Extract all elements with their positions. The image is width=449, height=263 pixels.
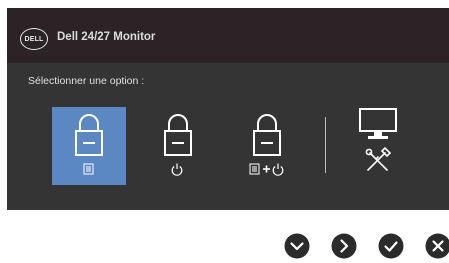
dell-logo: DELL <box>20 28 48 50</box>
option-menu-lock[interactable] <box>52 107 126 185</box>
nav-close-button[interactable] <box>424 232 449 260</box>
padlock-menu-icon <box>75 114 103 175</box>
monitor-tools-icon <box>359 108 397 171</box>
nav-down-button[interactable] <box>283 232 311 260</box>
checkmark-icon <box>378 233 404 259</box>
close-icon <box>425 233 449 259</box>
option-menu-and-power-lock[interactable] <box>230 107 304 185</box>
chevron-up-icon <box>331 233 357 259</box>
padlock-menu-power-icon <box>249 114 284 176</box>
option-diagnostics[interactable] <box>341 107 415 185</box>
nav-confirm-button[interactable] <box>377 232 405 260</box>
osd-header: DELL Dell 24/27 Monitor <box>7 8 449 63</box>
padlock-power-icon <box>164 114 192 176</box>
osd-title: Dell 24/27 Monitor <box>57 31 156 43</box>
nav-up-button[interactable] <box>330 232 358 260</box>
select-option-prompt: Sélectionner une option : <box>28 75 145 87</box>
osd-menu: DELL Dell 24/27 Monitor Sélectionner une… <box>7 8 449 210</box>
option-divider <box>325 117 326 173</box>
option-power-lock[interactable] <box>141 107 215 185</box>
chevron-down-icon <box>284 233 310 259</box>
